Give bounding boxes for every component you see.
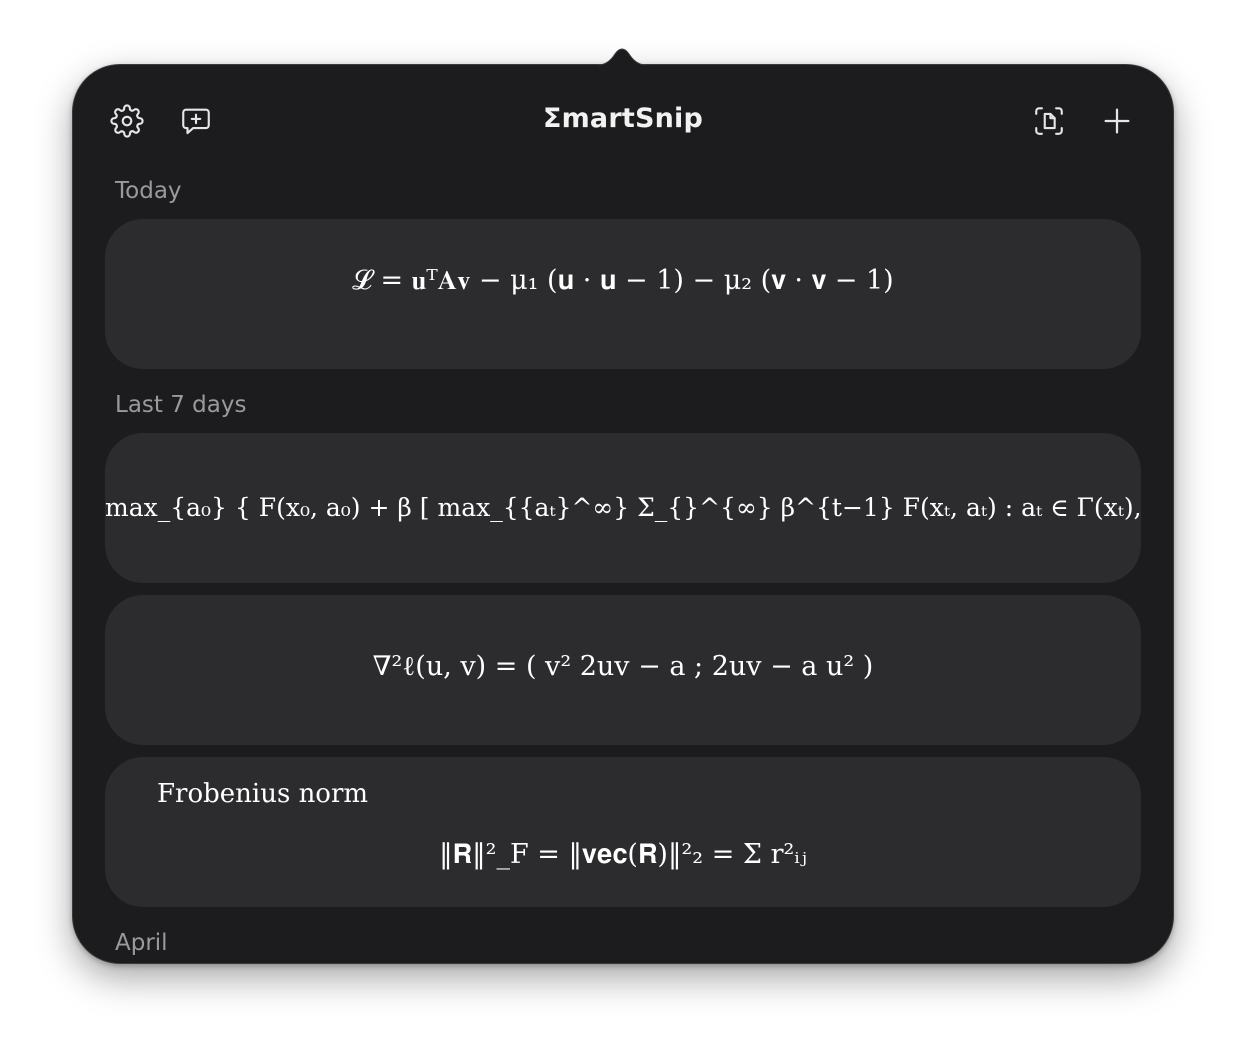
title-bar: ΣmartSnip	[73, 65, 1173, 175]
snip-card[interactable]: 𝓛 = 𝐮ᵀ𝐀𝐯 − μ₁ (𝐮 · 𝐮 − 1) − μ₂ (𝐯 · 𝐯 − …	[105, 219, 1141, 369]
plus-icon	[1104, 108, 1130, 134]
section-header-april: April	[115, 930, 168, 956]
snip-card[interactable]: Frobenius norm ‖𝐑‖²_F = ‖𝐯𝐞𝐜(𝐑)‖²₂ = Σ r…	[105, 757, 1141, 907]
popover-arrow	[598, 48, 646, 72]
add-snip-button[interactable]	[1099, 103, 1135, 139]
scan-document-icon	[1035, 107, 1063, 135]
scan-document-button[interactable]	[1031, 103, 1067, 139]
section-header-last-7-days: Last 7 days	[115, 392, 247, 418]
snip-card[interactable]: ∇²ℓ(u, v) = ( v² 2uv − a ; 2uv − a u² )	[105, 595, 1141, 745]
snip-card[interactable]: max_{a₀} { F(x₀, a₀) + β [ max_{{aₜ}^∞} …	[105, 433, 1141, 583]
snip-note: Frobenius norm	[157, 779, 369, 809]
section-header-today: Today	[115, 178, 182, 204]
equation: ∇²ℓ(u, v) = ( v² 2uv − a ; 2uv − a u² )	[372, 651, 874, 682]
smartsnip-popover: ΣmartSnip Today 𝓛 = 𝐮ᵀ𝐀𝐯 − μ₁ (𝐮 · 𝐮 − 1…	[72, 64, 1174, 964]
app-title: ΣmartSnip	[542, 103, 704, 134]
equation: ‖𝐑‖²_F = ‖𝐯𝐞𝐜(𝐑)‖²₂ = Σ r²ᵢⱼ	[439, 839, 807, 870]
equation: max_{a₀} { F(x₀, a₀) + β [ max_{{aₜ}^∞} …	[105, 493, 1141, 522]
equation: 𝓛 = 𝐮ᵀ𝐀𝐯 − μ₁ (𝐮 · 𝐮 − 1) − μ₂ (𝐯 · 𝐯 − …	[352, 265, 894, 296]
